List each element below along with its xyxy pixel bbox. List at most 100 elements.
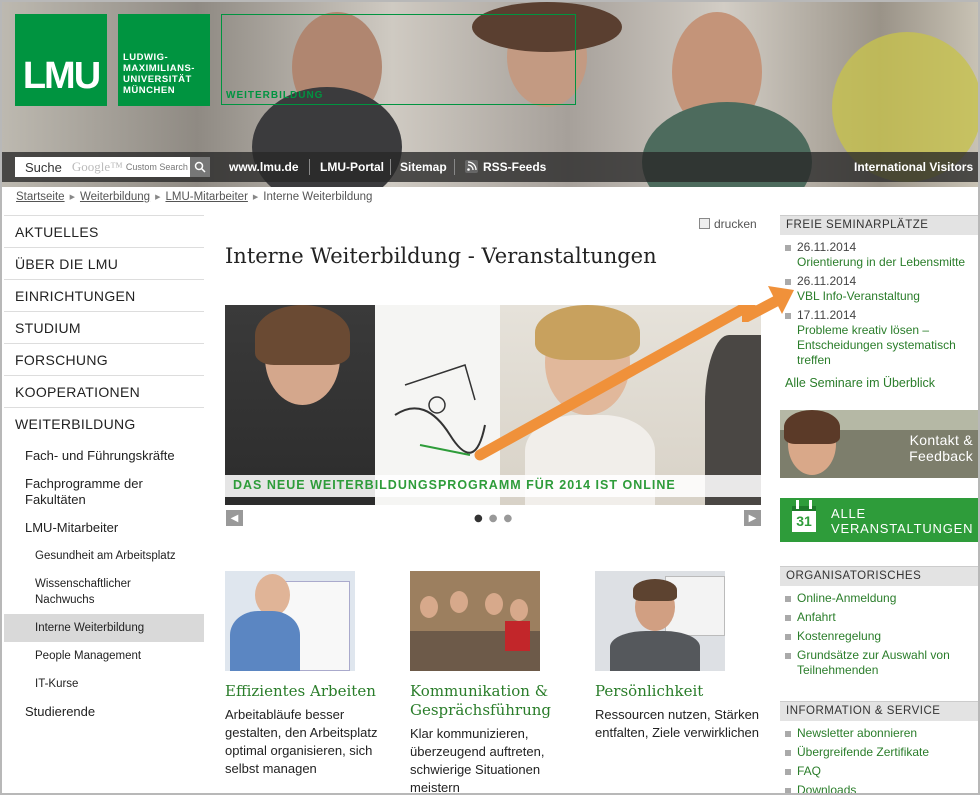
org-item: Kostenregelung xyxy=(785,629,978,644)
link-downloads[interactable]: Downloads xyxy=(797,783,856,793)
logo-letters: LMU xyxy=(22,55,101,97)
nav-fachprogramme[interactable]: Fachprogramme der Fakultäten xyxy=(4,470,154,514)
slider-prev-button[interactable]: ◀ xyxy=(226,510,243,526)
link-rss-feeds[interactable]: RSS-Feeds xyxy=(483,160,546,174)
calendar-day: 31 xyxy=(796,513,812,529)
link-kostenregelung[interactable]: Kostenregelung xyxy=(797,629,881,643)
browser-page: LMU LUDWIG- MAXIMILIANS- UNIVERSITÄT MÜN… xyxy=(0,0,980,795)
breadcrumb-lmu-mitarbeiter[interactable]: LMU-Mitarbeiter xyxy=(165,191,247,203)
link-lmu-de[interactable]: www.lmu.de xyxy=(229,160,299,174)
nav-interne-weiterbildung[interactable]: Interne Weiterbildung xyxy=(4,614,204,642)
breadcrumb-startseite[interactable]: Startseite xyxy=(16,191,65,203)
link-newsletter[interactable]: Newsletter abonnieren xyxy=(797,726,917,740)
seminar-heading: FREIE SEMINARPLÄTZE xyxy=(780,215,978,235)
link-anfahrt[interactable]: Anfahrt xyxy=(797,610,836,624)
university-name[interactable]: LUDWIG- MAXIMILIANS- UNIVERSITÄT MÜNCHEN xyxy=(118,14,210,106)
search-input[interactable]: Suche Google™ Custom Search xyxy=(15,157,210,177)
link-faq[interactable]: FAQ xyxy=(797,764,821,778)
card-image[interactable] xyxy=(225,571,355,671)
seminar-list: 26.11.2014 Orientierung in der Lebensmit… xyxy=(785,240,978,372)
nav-fach-und-fuehrungskraefte[interactable]: Fach- und Führungskräfte xyxy=(4,440,204,470)
info-item: FAQ xyxy=(785,764,978,779)
chair-shape xyxy=(505,621,530,651)
link-online-anmeldung[interactable]: Online-Anmeldung xyxy=(797,591,896,605)
nav-studium[interactable]: STUDIUM xyxy=(4,312,204,344)
card-title[interactable]: Effizientes Arbeiten xyxy=(225,682,390,701)
nav-wissenschaftlicher-nachwuchs[interactable]: Wissenschaftlicher Nachwuchs xyxy=(4,570,154,614)
lmu-logo[interactable]: LMU xyxy=(15,14,107,106)
card-text: Klar kommunizieren, überzeugend auftrete… xyxy=(410,726,545,795)
org-item: Grundsätze zur Auswahl von Teilnehmenden xyxy=(785,648,978,678)
info-list: Newsletter abonnieren Übergreifende Zert… xyxy=(785,726,978,793)
chevron-right-icon: ▶ xyxy=(155,194,161,201)
nav-kooperationen[interactable]: KOOPERATIONEN xyxy=(4,376,204,408)
seminar-link[interactable]: VBL Info-Veranstaltung xyxy=(797,289,978,304)
seminar-date: 26.11.2014 xyxy=(797,240,857,254)
header-banner: LMU LUDWIG- MAXIMILIANS- UNIVERSITÄT MÜN… xyxy=(2,2,978,187)
link-sitemap[interactable]: Sitemap xyxy=(400,160,447,174)
all-seminars-link[interactable]: Alle Seminare im Überblick xyxy=(785,376,935,390)
chevron-right-icon: ▶ xyxy=(252,194,259,201)
topic-card: Kommunikation & Gesprächsführung Klar ko… xyxy=(410,571,575,795)
seminar-link[interactable]: Probleme kreativ lösen – Entscheidungen … xyxy=(797,323,972,368)
photo-person xyxy=(510,599,528,621)
card-image[interactable] xyxy=(595,571,725,671)
search-button[interactable] xyxy=(190,157,210,177)
nav-lmu-mitarbeiter[interactable]: LMU-Mitarbeiter xyxy=(4,514,204,542)
seminar-date: 26.11.2014 xyxy=(797,274,857,288)
custom-search-label: Custom Search xyxy=(125,162,188,172)
info-item: Newsletter abonnieren xyxy=(785,726,978,741)
contact-feedback-button[interactable]: Kontakt & Feedback xyxy=(780,410,978,478)
nav-gesundheit[interactable]: Gesundheit am Arbeitsplatz xyxy=(4,542,204,570)
link-zertifikate[interactable]: Übergreifende Zertifikate xyxy=(797,745,929,759)
nav-studierende[interactable]: Studierende xyxy=(4,698,204,726)
nav-forschung[interactable]: FORSCHUNG xyxy=(4,344,204,376)
all-events-button[interactable]: 31 ALLE VERANSTALTUNGEN xyxy=(780,498,978,542)
teaser-slider[interactable]: DAS NEUE WEITERBILDUNGSPROGRAMM FÜR 2014… xyxy=(225,305,761,505)
slider-dot[interactable]: ● xyxy=(503,513,518,524)
card-text: Ressourcen nutzen, Stärken entfalten, Zi… xyxy=(595,707,760,740)
link-international-visitors[interactable]: International Visitors xyxy=(854,160,973,174)
photo-person xyxy=(485,593,503,615)
search-label: Suche xyxy=(25,159,62,175)
slider-next-button[interactable]: ▶ xyxy=(744,510,761,526)
topic-card: Persönlichkeit Ressourcen nutzen, Stärke… xyxy=(595,571,760,742)
photo-hair xyxy=(633,579,677,601)
info-item: Übergreifende Zertifikate xyxy=(785,745,978,760)
divider xyxy=(390,159,391,175)
breadcrumb-current: Interne Weiterbildung xyxy=(263,191,373,203)
card-title[interactable]: Kommunikation & Gesprächsführung xyxy=(410,682,575,720)
nav-aktuelles[interactable]: AKTUELLES xyxy=(4,216,204,248)
print-link[interactable]: drucken xyxy=(699,217,757,231)
teaser-caption[interactable]: DAS NEUE WEITERBILDUNGSPROGRAMM FÜR 2014… xyxy=(225,475,761,497)
photo-person xyxy=(255,574,290,616)
nav-ueber-die-lmu[interactable]: ÜBER DIE LMU xyxy=(4,248,204,280)
org-item: Anfahrt xyxy=(785,610,978,625)
nav-weiterbildung[interactable]: WEITERBILDUNG xyxy=(4,408,204,440)
left-navigation: AKTUELLES ÜBER DIE LMU EINRICHTUNGEN STU… xyxy=(4,215,204,726)
seminar-link[interactable]: Orientierung in der Lebensmitte xyxy=(797,255,978,270)
nav-people-management[interactable]: People Management xyxy=(4,642,204,670)
logo-line: LUDWIG- xyxy=(123,52,169,63)
card-title[interactable]: Persönlichkeit xyxy=(595,682,760,701)
nav-einrichtungen[interactable]: EINRICHTUNGEN xyxy=(4,280,204,312)
photo-shirt xyxy=(610,631,700,671)
slider-dot[interactable]: ● xyxy=(489,513,504,524)
link-lmu-portal[interactable]: LMU-Portal xyxy=(320,160,384,174)
chevron-right-icon: ▶ xyxy=(69,194,75,201)
slider-dots[interactable]: ●●● xyxy=(474,513,518,524)
logo-line: UNIVERSITÄT xyxy=(123,74,192,85)
breadcrumb-weiterbildung[interactable]: Weiterbildung xyxy=(80,191,150,203)
org-item: Online-Anmeldung xyxy=(785,591,978,606)
photo-person xyxy=(420,596,438,618)
slider-dot-active[interactable]: ● xyxy=(474,513,489,524)
logo-line: MAXIMILIANS- xyxy=(123,63,195,74)
top-navigation-bar: Suche Google™ Custom Search www.lmu.de L… xyxy=(2,152,978,182)
info-item: Downloads xyxy=(785,783,978,793)
card-image[interactable] xyxy=(410,571,540,671)
section-label[interactable]: WEITERBILDUNG xyxy=(226,90,323,101)
link-grundsaetze[interactable]: Grundsätze zur Auswahl von Teilnehmenden xyxy=(797,648,972,678)
seminar-item: 17.11.2014 Probleme kreativ lösen – Ents… xyxy=(785,308,978,368)
nav-it-kurse[interactable]: IT-Kurse xyxy=(4,670,204,698)
seminar-item: 26.11.2014 VBL Info-Veranstaltung xyxy=(785,274,978,304)
